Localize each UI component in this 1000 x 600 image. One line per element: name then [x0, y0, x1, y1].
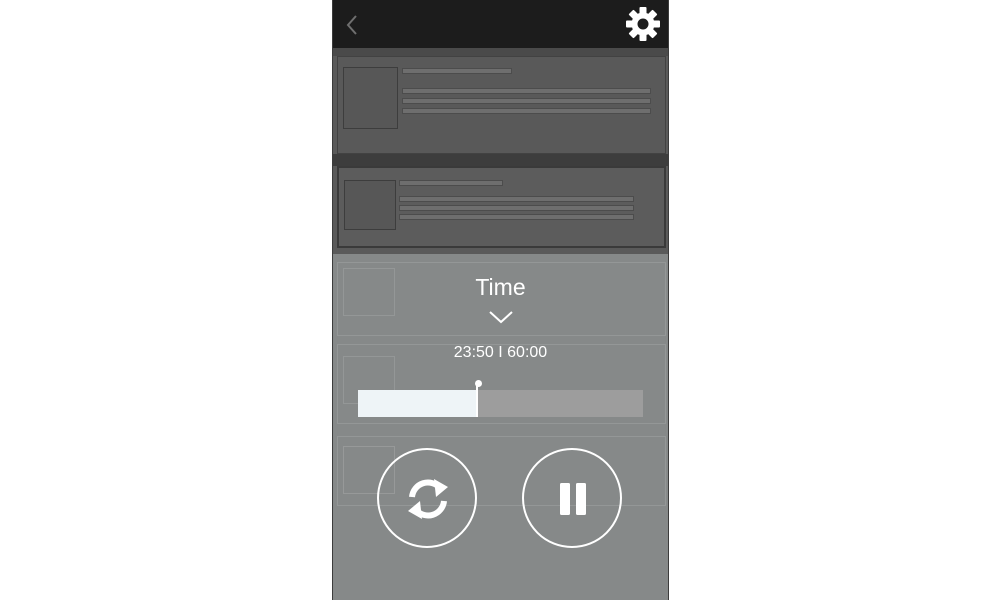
- refresh-icon: [408, 479, 448, 519]
- phone-screen: Time 23:50 I 60:00: [332, 0, 669, 600]
- list-item-selected[interactable]: [337, 166, 666, 248]
- top-bar: [333, 0, 668, 48]
- pause-icon: [560, 483, 586, 515]
- collapse-button[interactable]: [488, 308, 514, 326]
- thumbnail: [343, 67, 398, 129]
- playhead-dot: [474, 380, 482, 387]
- chevron-left-icon: [346, 15, 357, 35]
- thumbnail: [344, 180, 396, 230]
- playhead-handle[interactable]: [476, 383, 478, 417]
- gear-icon: [626, 7, 660, 41]
- chevron-down-icon: [489, 311, 513, 324]
- progress-bar[interactable]: [358, 380, 643, 417]
- time-bottom-sheet: Time 23:50 I 60:00: [333, 254, 668, 600]
- settings-button[interactable]: [624, 5, 662, 43]
- list-item[interactable]: [337, 56, 666, 154]
- sheet-title: Time: [475, 274, 526, 300]
- replay-button[interactable]: [377, 448, 477, 548]
- time-readout: 23:50 I 60:00: [453, 344, 548, 361]
- progress-fill: [358, 390, 477, 417]
- back-button[interactable]: [339, 10, 367, 40]
- pause-button[interactable]: [522, 448, 622, 548]
